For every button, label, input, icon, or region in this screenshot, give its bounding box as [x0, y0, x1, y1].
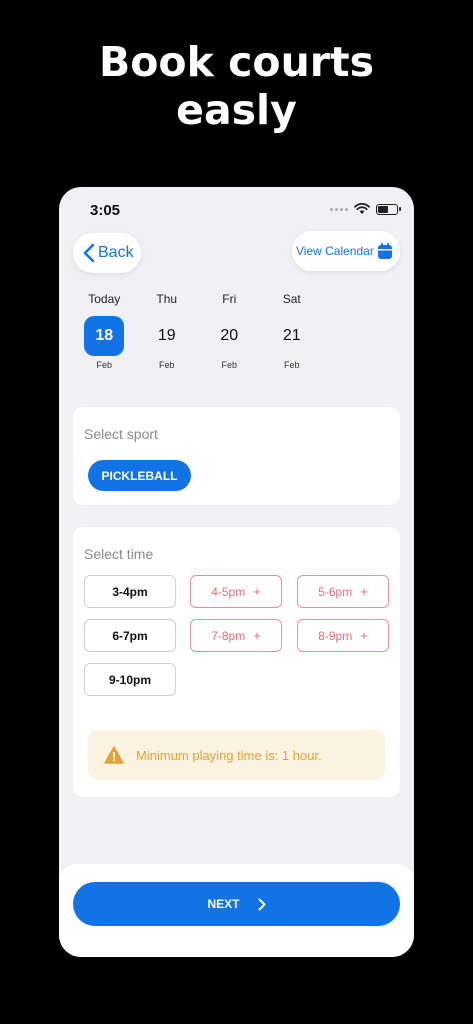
wifi-icon — [354, 203, 370, 214]
next-button[interactable]: NEXT — [73, 882, 400, 926]
notice-text: Minimum playing time is: 1 hour. — [136, 747, 322, 763]
day-month: Feb — [283, 360, 300, 370]
sport-section-title: Select sport — [84, 426, 158, 442]
sport-card: Select sport PICKLEBALL — [73, 407, 400, 505]
headline-line-1: Book courts — [98, 38, 374, 86]
day-month: Feb — [158, 360, 175, 370]
time-slot-label: 3-4pm — [112, 584, 148, 599]
time-slot[interactable]: 8-9pm + — [297, 619, 389, 652]
day-number: 21 — [282, 327, 301, 344]
plus-icon: + — [360, 584, 368, 599]
time-slot-label: 8-9pm — [318, 628, 353, 643]
day-name: Fri — [222, 292, 237, 306]
time-slot-label: 4-5pm — [211, 584, 246, 599]
bottom-action-panel: NEXT — [59, 864, 414, 957]
day-today[interactable]: Today 18 Feb — [73, 292, 136, 370]
day-fri[interactable]: Fri 20 Feb — [198, 292, 261, 370]
headline-line-2: easly — [176, 86, 297, 134]
view-calendar-button[interactable]: View Calendar — [292, 231, 400, 271]
back-button[interactable]: Back — [73, 233, 141, 273]
next-label: NEXT — [207, 897, 240, 911]
day-sat[interactable]: Sat 21 Feb — [261, 292, 324, 370]
plus-icon: + — [360, 628, 368, 643]
day-name: Today — [88, 292, 121, 306]
battery-icon — [376, 203, 401, 215]
status-icons — [330, 203, 401, 215]
time-section-title: Select time — [84, 546, 154, 562]
day-number: 18 — [84, 316, 125, 356]
day-name: Sat — [282, 292, 301, 306]
time-slot-label: 6-7pm — [112, 628, 148, 643]
time-slot[interactable]: 5-6pm + — [297, 575, 389, 608]
day-number: 19 — [157, 327, 176, 344]
time-slot[interactable]: 9-10pm — [84, 663, 176, 696]
signal-icon — [330, 207, 348, 211]
status-time: 3:05 — [90, 202, 121, 219]
chevron-left-icon — [83, 243, 95, 263]
sport-pickleball-chip[interactable]: PICKLEBALL — [88, 460, 191, 491]
day-thu[interactable]: Thu 19 Feb — [136, 292, 199, 370]
plus-icon: + — [253, 628, 261, 643]
date-selector: Today 18 Feb Thu 19 Feb Fri 20 Feb Sat 2… — [73, 292, 323, 370]
back-label: Back — [98, 244, 134, 261]
day-number: 20 — [220, 327, 239, 344]
time-slot-label: 5-6pm — [318, 584, 353, 599]
time-slot-label: 9-10pm — [108, 672, 152, 687]
time-slot[interactable]: 4-5pm + — [190, 575, 282, 608]
time-slot-label: 7-8pm — [211, 628, 246, 643]
time-slot[interactable]: 3-4pm — [84, 575, 176, 608]
calendar-icon — [378, 243, 392, 259]
day-name: Thu — [156, 292, 178, 306]
view-calendar-label: View Calendar — [296, 244, 374, 258]
plus-icon: + — [253, 584, 261, 599]
warning-icon — [104, 746, 124, 764]
time-slot[interactable]: 6-7pm — [84, 619, 176, 652]
time-slot[interactable]: 7-8pm + — [190, 619, 282, 652]
time-card: Select time 3-4pm 4-5pm + 5-6pm + 6-7pm 7-… — [73, 527, 400, 797]
chevron-right-icon — [258, 898, 265, 910]
day-month: Feb — [96, 360, 112, 370]
day-month: Feb — [221, 360, 237, 370]
minimum-time-notice: Minimum playing time is: 1 hour. — [88, 730, 385, 780]
marketing-headline: Book courts easly — [0, 38, 473, 134]
phone-screen: 3:05 Back View Calendar Today 18 Feb Thu… — [59, 187, 414, 957]
